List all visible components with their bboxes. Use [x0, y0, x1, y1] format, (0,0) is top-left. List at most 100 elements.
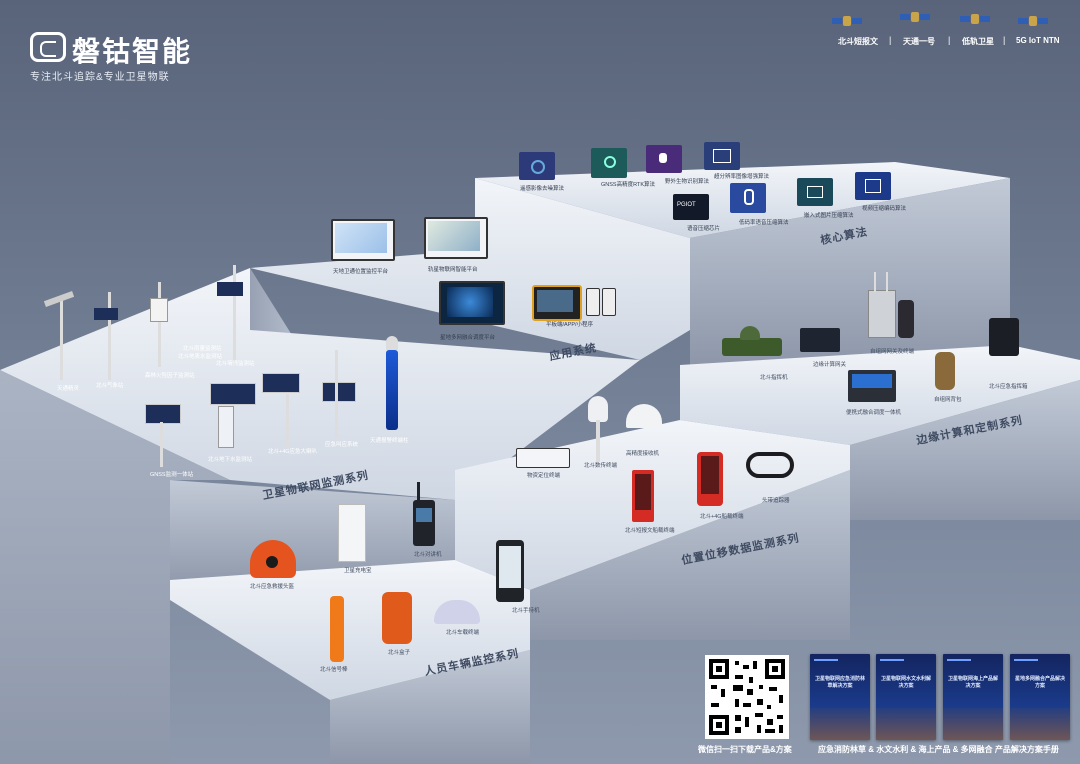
station-pole: [158, 282, 161, 367]
core-item-label: 语音压缩芯片: [687, 226, 721, 232]
iot-item-label: 天通报警终端柱: [370, 438, 409, 444]
handheld-device: [496, 540, 524, 602]
solar-panel-icon: [262, 373, 300, 393]
people-item-label: 北斗对讲机: [414, 552, 442, 558]
poster: 磐钴智能 专注北斗追踪&专业卫星物联 北斗短报文 | 天通一号 | 低轨卫星 |…: [0, 0, 1080, 764]
gateway-device: [800, 328, 840, 352]
solar-panel-icon: [145, 404, 181, 424]
station-pole: [60, 298, 63, 380]
core-item-label: 视频压缩编码算法: [862, 206, 907, 212]
alarm-pillar-top: [386, 336, 398, 350]
emergency-box: [989, 318, 1019, 356]
core-item-label: 超分辨率图像增强算法: [714, 174, 770, 180]
solar-panel-icon: [94, 308, 118, 320]
algorithm-tile: [855, 172, 891, 200]
iot-item-label: 北斗地下水监测站: [208, 457, 253, 463]
iot-item-label: 森林火险因子监测站: [145, 373, 195, 379]
walkie-talkie: [413, 500, 435, 546]
iot-item-label: 天通精灵: [57, 386, 80, 392]
monitor-platform: [331, 219, 395, 261]
core-item-label: 嵌入式图片压缩算法: [804, 213, 854, 219]
solution-book[interactable]: 星地多网融合产品解决方案: [1010, 654, 1070, 740]
alarm-pillar: [386, 350, 398, 430]
iot-item-label: 北斗墒情监测站: [216, 361, 255, 367]
monitor-platform: [424, 217, 488, 259]
book-title: 星地多网融合产品解决方案: [1014, 676, 1065, 689]
core-item-label: 低码率语音压缩算法: [739, 220, 789, 226]
algorithm-tile: [519, 152, 555, 180]
station-pole: [160, 422, 163, 467]
app-item-label: 轨星物联网智能平台: [428, 267, 478, 273]
monitor-platform: [439, 281, 505, 325]
command-device: [722, 326, 782, 356]
iot-item-label: GNSS监测一体站: [150, 472, 194, 478]
mesh-terminal: [898, 300, 914, 338]
antenna-icon: [417, 482, 420, 502]
mesh-gateway: [868, 290, 896, 338]
mesh-backpack: [935, 352, 955, 390]
edge-item-label: 北斗指挥机: [760, 375, 788, 381]
iot-item-label: 北斗地表水监测站: [178, 354, 223, 360]
signal-stick: [330, 596, 344, 662]
qr-code[interactable]: [705, 655, 789, 739]
sensor-box: [150, 298, 168, 322]
edge-item-label: 自组网背包: [934, 397, 962, 403]
phone-device: [602, 288, 616, 316]
station-pole: [108, 292, 111, 380]
stairs-graphic: [0, 162, 1080, 764]
people-item-label: 北斗信号棒: [320, 667, 348, 673]
people-item-label: 北斗应急救援头盔: [250, 584, 295, 590]
beidou-box: [382, 592, 412, 644]
edge-item-label: 自组网网关及终端: [870, 349, 915, 355]
station-pole: [233, 265, 236, 365]
asset-tracker: [516, 448, 570, 468]
edge-item-label: 北斗应急指挥箱: [989, 384, 1028, 390]
qr-caption: 微信扫一扫下载产品&方案: [698, 745, 792, 754]
antenna-icon: [886, 272, 888, 292]
iot-item-label: 北斗气象站: [96, 383, 124, 389]
books-caption: 应急消防林草 & 水文水利 & 海上产品 & 多网融合 产品解决方案手册: [818, 745, 1059, 754]
dispatch-device: [848, 370, 896, 402]
data-terminal-pole: [596, 420, 600, 462]
solution-book[interactable]: 卫星物联网海上产品解决方案: [943, 654, 1003, 740]
solution-book[interactable]: 卫星物联网应急消防林草解决方案: [810, 654, 870, 740]
app-item-label: 天地卫通位置监控平台: [333, 269, 389, 275]
antenna-icon: [874, 272, 876, 292]
tablet-device: [532, 285, 582, 321]
sensor-box: [218, 406, 234, 448]
core-item-label: GNSS高精度RTK算法: [601, 182, 655, 188]
book-title: 卫星物联网海上产品解决方案: [947, 676, 998, 689]
data-terminal: [588, 396, 608, 422]
position-item-label: 物资定位终端: [527, 473, 561, 479]
solar-panel-icon: [210, 383, 256, 405]
algorithm-tile: [730, 183, 766, 213]
core-item-label: 遥感影像去噪算法: [520, 186, 565, 192]
station-pole: [286, 394, 289, 446]
iot-item-label: 北斗+4G应急大喇叭: [268, 449, 318, 455]
position-item-label: 高精度接收机: [626, 451, 660, 457]
algorithm-tile: [797, 178, 833, 206]
helmet-device: [250, 540, 296, 578]
chip-tile: PGIOT: [673, 194, 709, 220]
app-item-label: 星地多网融合调度平台: [440, 335, 496, 341]
edge-item-label: 便携式融合调度一体机: [846, 410, 902, 416]
head-tracker: [746, 452, 794, 478]
people-item-label: 卫星充电宝: [344, 568, 372, 574]
phone-device: [586, 288, 600, 316]
people-item-label: 北斗车载终端: [446, 630, 480, 636]
ship-terminal: [632, 470, 654, 522]
core-item-label: 野外生物识别算法: [665, 179, 710, 185]
qr-code-pattern: [709, 659, 785, 735]
iot-item-label: 北斗雨量监测站: [183, 346, 222, 352]
solution-book[interactable]: 卫星物联网水文水利解决方案: [876, 654, 936, 740]
app-item-label: 平板端/APP/小程序: [546, 322, 594, 328]
position-item-label: 头带追踪器: [762, 498, 790, 504]
solar-panel-icon: [217, 282, 243, 296]
algorithm-tile: [646, 145, 682, 173]
people-item-label: 北斗盒子: [388, 650, 411, 656]
book-title: 卫星物联网水文水利解决方案: [880, 676, 931, 689]
ship-terminal: [697, 452, 723, 506]
position-item-label: 北斗+4G船载终端: [700, 514, 744, 520]
station-pole: [335, 350, 338, 438]
power-bank: [338, 504, 366, 562]
